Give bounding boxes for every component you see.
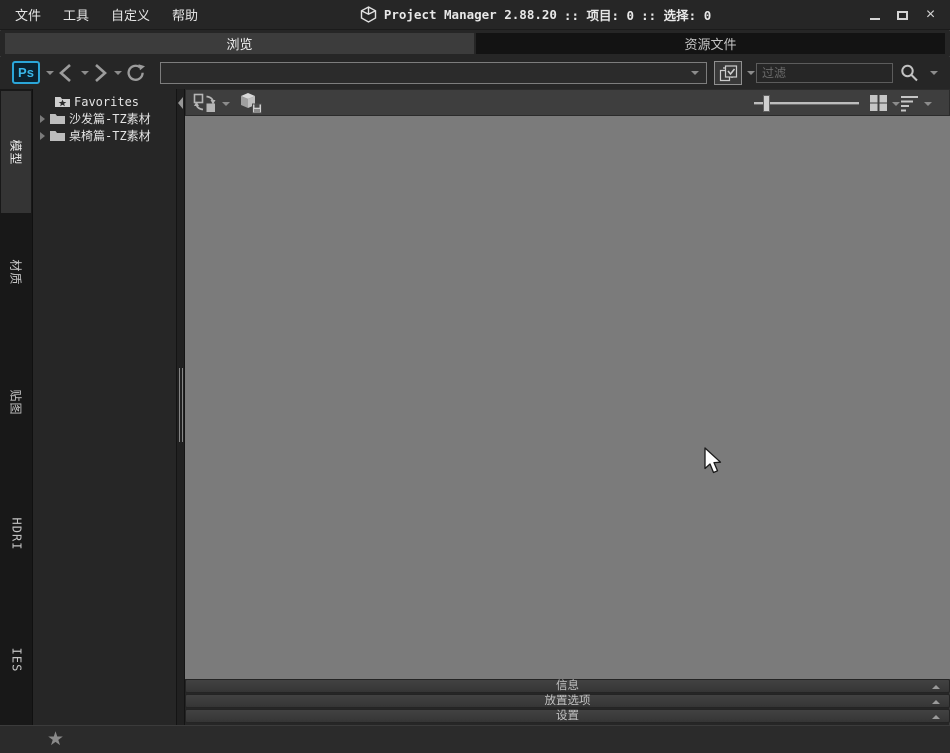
minimize-icon: [869, 18, 880, 20]
tree-item-favorites[interactable]: Favorites: [33, 93, 176, 110]
main-tabs: 浏览 资源文件: [0, 31, 950, 56]
address-dropdown-caret[interactable]: [691, 71, 699, 75]
photoshop-dropdown-caret[interactable]: [46, 71, 54, 75]
app-logo-icon: [360, 6, 377, 23]
layers-check-icon: [719, 64, 738, 82]
folder-icon: [49, 129, 66, 142]
thumbnail-size-slider-thumb[interactable]: [763, 95, 770, 112]
menu-file[interactable]: 文件: [4, 0, 52, 29]
panel-splitter[interactable]: [176, 89, 185, 725]
menu-tools[interactable]: 工具: [52, 0, 100, 29]
category-tab-ies[interactable]: IES: [1, 617, 31, 703]
refresh-icon[interactable]: [126, 63, 147, 83]
mouse-cursor: [703, 447, 725, 477]
photoshop-button[interactable]: Ps: [12, 61, 40, 84]
expand-arrow-icon[interactable]: [40, 131, 45, 140]
favorite-star-icon[interactable]: ★: [47, 728, 64, 751]
panel-settings-label: 设置: [556, 710, 579, 722]
minimize-button[interactable]: [862, 5, 887, 25]
expand-arrow-icon[interactable]: [40, 114, 45, 123]
panel-placement-label: 放置选项: [544, 695, 591, 707]
categories-dropdown-caret[interactable]: [747, 71, 755, 75]
show-categories-toggle[interactable]: [714, 61, 742, 85]
search-icon[interactable]: [899, 63, 919, 83]
tab-resource-files[interactable]: 资源文件: [476, 33, 945, 54]
forward-icon[interactable]: [89, 63, 111, 83]
panel-info[interactable]: 信息: [185, 679, 950, 693]
back-dropdown-caret[interactable]: [81, 71, 89, 75]
close-icon: ×: [925, 5, 936, 23]
save-model-icon[interactable]: [239, 92, 263, 114]
category-tab-ies-label: IES: [9, 647, 23, 673]
back-icon[interactable]: [55, 63, 77, 83]
content-toolbar: [185, 89, 950, 116]
tree-item-table-chair[interactable]: 桌椅篇-TZ素材: [33, 127, 176, 144]
category-tab-materials-label: 材质: [8, 258, 23, 286]
category-tab-hdri-label: HDRI: [9, 517, 23, 551]
panel-info-label: 信息: [556, 680, 579, 692]
replace-model-icon[interactable]: [193, 92, 217, 114]
sort-dropdown-caret[interactable]: [924, 102, 932, 106]
view-dropdown-caret[interactable]: [892, 102, 900, 106]
category-strip: 模型 材质 贴图 HDRI IES: [0, 89, 33, 725]
navigation-toolbar: Ps: [0, 57, 950, 89]
favorites-folder-icon: [54, 95, 71, 108]
folder-icon: [49, 112, 66, 125]
sort-icon[interactable]: [900, 95, 920, 112]
tab-browse[interactable]: 浏览: [5, 33, 474, 54]
selection-count: :: 选择: 0: [641, 8, 712, 23]
rollout-panels: 信息 放置选项 设置: [185, 679, 950, 724]
folder-tree: Favorites 沙发篇-TZ素材 桌椅篇-TZ素材: [33, 89, 176, 725]
grid-view-icon[interactable]: [869, 94, 888, 112]
window-controls: ×: [862, 5, 950, 25]
splitter-grip: [179, 368, 180, 442]
search-dropdown-caret[interactable]: [930, 71, 938, 75]
panel-placement-options[interactable]: 放置选项: [185, 694, 950, 708]
close-button[interactable]: ×: [918, 5, 943, 25]
tree-item-label: Favorites: [74, 94, 140, 109]
category-tab-textures-label: 贴图: [8, 388, 23, 416]
panel-expand-icon: [932, 715, 940, 719]
tree-item-label: 桌椅篇-TZ素材: [69, 129, 151, 143]
filter-input[interactable]: [756, 63, 893, 83]
category-tab-models-label: 模型: [8, 138, 23, 166]
panel-settings[interactable]: 设置: [185, 709, 950, 723]
title-bar: 文件 工具 自定义 帮助 Project Manager 2.88.20 :: …: [0, 0, 950, 30]
status-bar: ★: [0, 725, 950, 753]
category-tab-models[interactable]: 模型: [1, 91, 31, 213]
tree-item-sofa[interactable]: 沙发篇-TZ素材: [33, 110, 176, 127]
category-tab-materials[interactable]: 材质: [1, 229, 31, 315]
category-tab-textures[interactable]: 贴图: [1, 359, 31, 445]
address-input[interactable]: [161, 66, 691, 80]
menu-customize[interactable]: 自定义: [100, 0, 161, 29]
category-tab-hdri[interactable]: HDRI: [1, 491, 31, 577]
menu-help[interactable]: 帮助: [161, 0, 209, 29]
asset-browser-canvas: [185, 116, 950, 679]
panel-expand-icon: [932, 685, 940, 689]
window-title: Project Manager 2.88.20 :: 项目: 0 :: 选择: …: [209, 5, 862, 24]
collapse-tree-icon[interactable]: [178, 97, 183, 109]
address-combobox[interactable]: [160, 62, 707, 84]
panel-expand-icon: [932, 700, 940, 704]
tree-item-label: 沙发篇-TZ素材: [69, 112, 151, 126]
splitter-grip: [182, 368, 183, 442]
menu-bar: 文件 工具 自定义 帮助: [0, 0, 209, 29]
app-window: 文件 工具 自定义 帮助 Project Manager 2.88.20 :: …: [0, 0, 950, 753]
maximize-icon: [897, 11, 908, 20]
replace-dropdown-caret[interactable]: [222, 102, 230, 106]
project-count: :: 项目: 0: [563, 8, 635, 23]
app-title-text: Project Manager 2.88.20: [383, 7, 557, 22]
forward-dropdown-caret[interactable]: [114, 71, 122, 75]
maximize-button[interactable]: [890, 5, 915, 25]
